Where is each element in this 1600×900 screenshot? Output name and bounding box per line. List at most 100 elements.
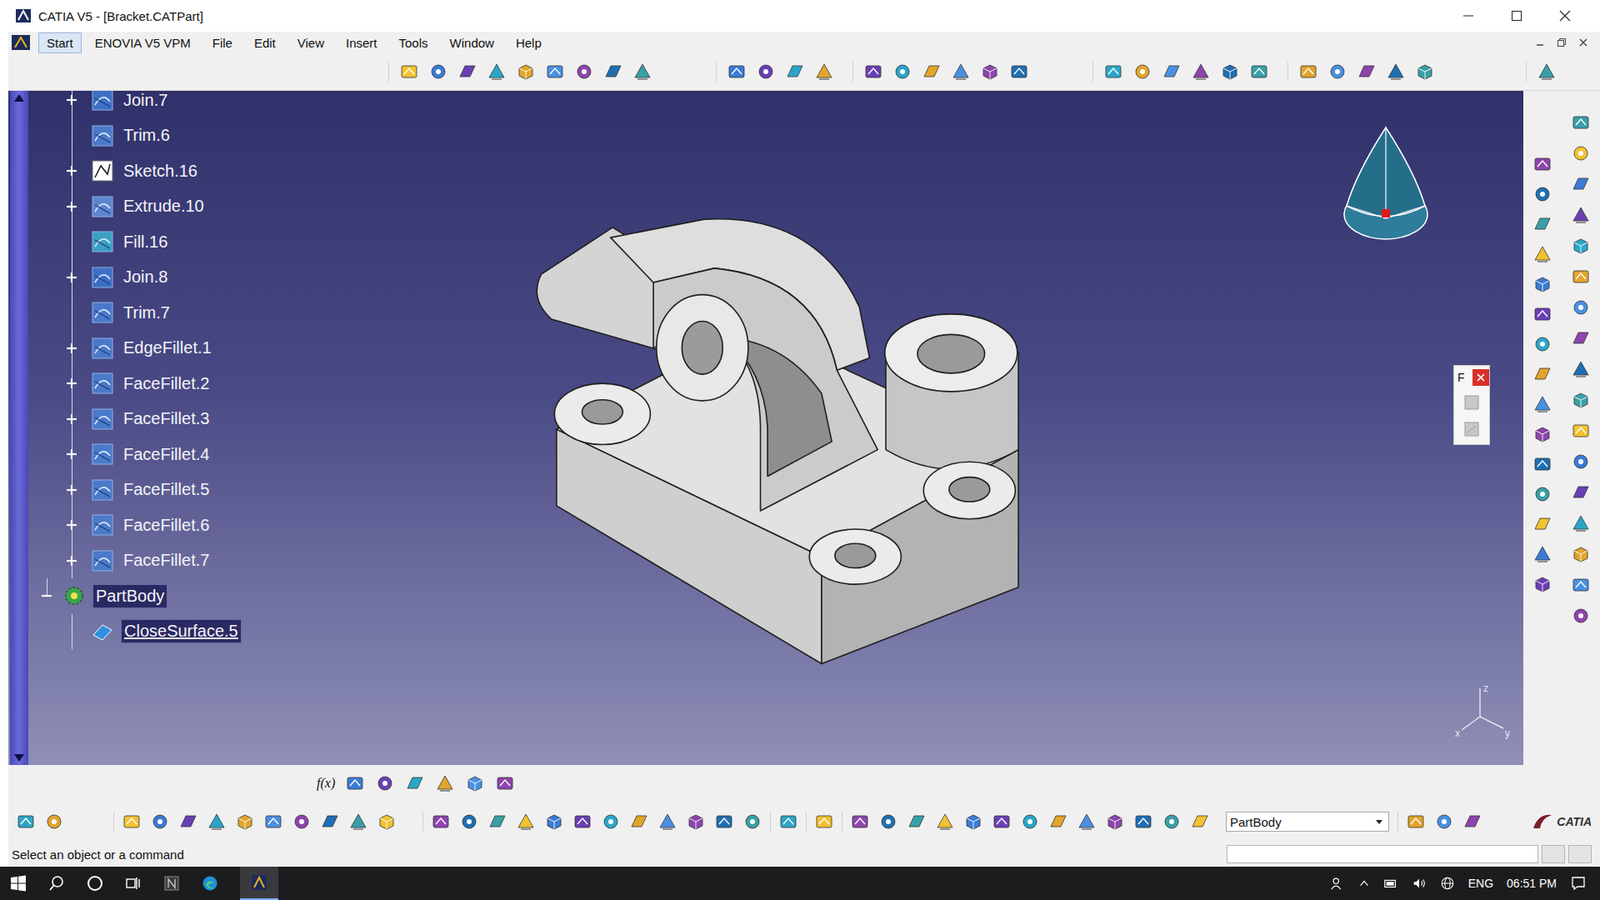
expand-icon[interactable] bbox=[65, 518, 79, 532]
search-icon[interactable] bbox=[48, 875, 65, 892]
tree-item[interactable]: Join.8 bbox=[30, 260, 242, 296]
tool-icon[interactable] bbox=[950, 61, 971, 82]
command-input[interactable] bbox=[1226, 845, 1539, 864]
floating-toolbar[interactable]: F bbox=[1453, 365, 1490, 445]
tool-icon[interactable] bbox=[465, 773, 485, 794]
tree-label[interactable]: FaceFillet.5 bbox=[120, 478, 212, 501]
formula-button[interactable]: f(x) bbox=[316, 775, 335, 791]
close-icon[interactable] bbox=[1578, 37, 1589, 48]
maximize-icon[interactable] bbox=[1510, 9, 1524, 23]
tree-label[interactable]: Trim.6 bbox=[120, 124, 173, 147]
tool-icon[interactable] bbox=[545, 61, 565, 82]
expand-icon[interactable] bbox=[65, 412, 79, 426]
tool-icon[interactable] bbox=[1161, 61, 1182, 82]
tool-icon[interactable] bbox=[1461, 392, 1482, 413]
tool-icon[interactable] bbox=[1356, 61, 1377, 82]
expand-icon[interactable] bbox=[65, 93, 79, 107]
catia-menu-icon[interactable] bbox=[11, 34, 30, 51]
expander[interactable] bbox=[64, 411, 80, 427]
tool-icon[interactable] bbox=[15, 811, 36, 832]
tool-icon[interactable] bbox=[544, 811, 565, 832]
menu-item[interactable]: Help bbox=[507, 32, 550, 54]
tool-icon[interactable] bbox=[1105, 811, 1125, 832]
tree-label[interactable]: Sketch.16 bbox=[120, 160, 200, 183]
expand-icon[interactable] bbox=[65, 447, 79, 461]
tool-icon[interactable] bbox=[1536, 61, 1557, 82]
tool-icon[interactable] bbox=[1434, 811, 1455, 832]
task-view-icon[interactable] bbox=[125, 875, 142, 892]
menu-item[interactable]: Tools bbox=[390, 32, 437, 54]
tool-icon[interactable] bbox=[1570, 420, 1591, 441]
windows-start-icon[interactable] bbox=[10, 875, 27, 892]
cortana-icon[interactable] bbox=[86, 875, 104, 892]
expand-icon[interactable] bbox=[65, 341, 79, 355]
expander[interactable] bbox=[64, 163, 80, 179]
clock[interactable]: 06:51 PM bbox=[1506, 876, 1557, 890]
tool-icon[interactable] bbox=[1570, 605, 1591, 626]
tool-icon[interactable] bbox=[515, 61, 536, 82]
tool-icon[interactable] bbox=[963, 811, 984, 832]
tool-icon[interactable] bbox=[457, 61, 478, 82]
tool-icon[interactable] bbox=[405, 773, 425, 794]
language-indicator[interactable]: ENG bbox=[1468, 876, 1494, 890]
tree-item[interactable]: PartBody bbox=[30, 578, 242, 615]
menu-item[interactable]: Insert bbox=[337, 32, 386, 54]
tool-icon[interactable] bbox=[1532, 214, 1553, 235]
tool-icon[interactable] bbox=[1405, 811, 1426, 832]
tree-item[interactable]: Trim.7 bbox=[30, 295, 242, 331]
tool-icon[interactable] bbox=[878, 811, 899, 832]
tool-icon[interactable] bbox=[1009, 61, 1030, 82]
compass-icon[interactable] bbox=[1340, 122, 1432, 248]
tool-icon[interactable] bbox=[399, 61, 420, 82]
expander[interactable] bbox=[64, 92, 80, 108]
chevron-up-icon[interactable] bbox=[1358, 877, 1370, 890]
tool-icon[interactable] bbox=[1190, 61, 1211, 82]
tool-icon[interactable] bbox=[1532, 304, 1553, 325]
tool-icon[interactable] bbox=[1020, 811, 1040, 832]
tool-icon[interactable] bbox=[1532, 484, 1553, 505]
tool-icon[interactable] bbox=[1076, 811, 1097, 832]
tree-label[interactable]: CloseSurface.5 bbox=[120, 619, 242, 644]
tool-icon[interactable] bbox=[1570, 482, 1591, 503]
menu-item[interactable]: Window bbox=[441, 32, 503, 54]
tool-icon[interactable] bbox=[375, 773, 395, 794]
speaker-icon[interactable] bbox=[1411, 875, 1427, 891]
tool-icon[interactable] bbox=[1532, 184, 1553, 205]
tree-scrollbar[interactable] bbox=[10, 90, 29, 765]
tool-icon[interactable] bbox=[1532, 334, 1553, 355]
tree-label[interactable]: FaceFillet.4 bbox=[120, 443, 212, 466]
tool-icon[interactable] bbox=[150, 811, 170, 832]
expand-icon[interactable] bbox=[65, 376, 79, 390]
notifications-icon[interactable] bbox=[1570, 875, 1587, 892]
menu-item[interactable]: File bbox=[204, 32, 241, 54]
menu-item[interactable]: Start bbox=[38, 32, 82, 54]
restore-icon[interactable] bbox=[1556, 37, 1567, 48]
tool-icon[interactable] bbox=[1532, 544, 1553, 565]
tool-icon[interactable] bbox=[435, 773, 455, 794]
3d-viewport[interactable]: Join.7 Trim.6 Sketch.16 Extrude.10 Fill.… bbox=[8, 90, 1524, 765]
status-button[interactable] bbox=[1568, 845, 1592, 864]
collapse-icon[interactable] bbox=[40, 589, 54, 603]
tool-icon[interactable] bbox=[1570, 359, 1591, 380]
tool-icon[interactable] bbox=[892, 61, 913, 82]
tool-icon[interactable] bbox=[1570, 328, 1591, 349]
tool-icon[interactable] bbox=[44, 811, 65, 832]
tool-icon[interactable] bbox=[991, 811, 1012, 832]
tool-icon[interactable] bbox=[863, 61, 884, 82]
tool-icon[interactable] bbox=[1190, 811, 1210, 832]
menu-item[interactable]: ENOVIA V5 VPM bbox=[86, 32, 200, 54]
tree-item[interactable]: Sketch.16 bbox=[30, 153, 242, 190]
tool-icon[interactable] bbox=[1570, 235, 1591, 256]
tool-icon[interactable] bbox=[1133, 811, 1154, 832]
dropdown-arrow-icon[interactable] bbox=[1373, 815, 1385, 828]
tool-icon[interactable] bbox=[1570, 205, 1591, 225]
tool-icon[interactable] bbox=[632, 61, 653, 82]
tree-label[interactable]: FaceFillet.7 bbox=[120, 549, 212, 572]
tool-icon[interactable] bbox=[1570, 174, 1591, 195]
app-icon[interactable] bbox=[163, 875, 180, 892]
close-icon[interactable] bbox=[1558, 9, 1572, 23]
tool-icon[interactable] bbox=[714, 811, 735, 832]
expand-icon[interactable] bbox=[65, 483, 79, 497]
tool-icon[interactable] bbox=[487, 811, 508, 832]
globe-icon[interactable] bbox=[1440, 875, 1455, 891]
